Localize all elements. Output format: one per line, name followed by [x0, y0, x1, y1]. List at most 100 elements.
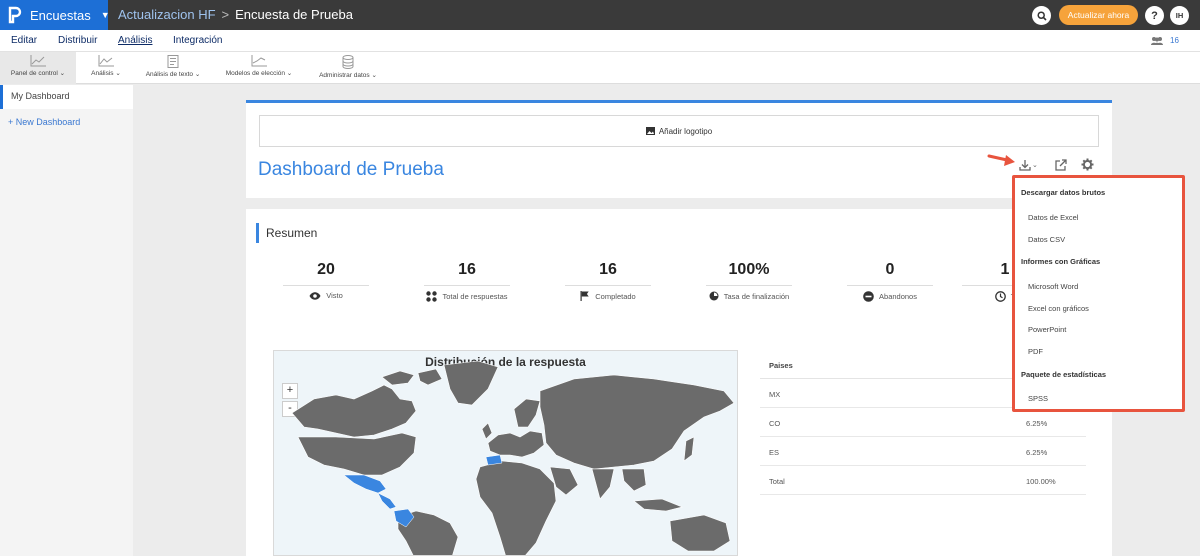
menu-section-reports: Informes con Gráficas — [1021, 257, 1101, 266]
country-code: ES — [769, 448, 780, 457]
top-bar: Encuestas ▼ Actualizacion HF > Encuesta de… — [0, 0, 1200, 30]
dashboard-title: Dashboard de Prueba — [258, 159, 444, 180]
menu-item-excel-data[interactable]: Datos de Excel — [1028, 213, 1078, 222]
summary-title: Resumen — [256, 223, 317, 243]
new-dashboard-link[interactable]: + New Dashboard — [8, 117, 80, 127]
menu-item-spss[interactable]: SPSS — [1028, 394, 1048, 403]
nav-integracion[interactable]: Integración — [173, 35, 222, 46]
line-chart-icon — [251, 55, 267, 67]
tool-analisis[interactable]: Análisis ⌄ — [84, 52, 128, 84]
table-row: ES 6.25% — [760, 437, 1086, 466]
tool-label: Administrar datos — [319, 72, 370, 79]
breadcrumb-parent[interactable]: Actualizacion HF — [118, 7, 216, 22]
zoom-in-button[interactable]: + — [282, 383, 298, 399]
team-members[interactable]: 16 — [1150, 36, 1179, 45]
map-title: Distribución de la respuesta — [425, 355, 586, 369]
divider — [565, 285, 651, 286]
grid-icon — [426, 291, 438, 302]
response-map[interactable]: Distribución de la respuesta + - — [273, 350, 738, 556]
stat-visto: 20 Visto — [263, 261, 389, 300]
stat-value: 100% — [728, 261, 770, 278]
text-analysis-icon — [167, 55, 179, 68]
tool-administrar-datos[interactable]: Administrar datos ⌄ — [312, 52, 384, 84]
tool-label: Análisis de texto — [145, 71, 194, 78]
chevron-down-icon: ▼ — [100, 10, 110, 20]
pointer-arrow-icon — [987, 153, 1017, 172]
menu-item-csv-data[interactable]: Datos CSV — [1028, 235, 1065, 244]
app-logo-icon — [8, 6, 22, 24]
country-code: MX — [769, 390, 781, 399]
stat-label: Completado — [595, 291, 636, 301]
nav-editar[interactable]: Editar — [11, 35, 37, 46]
breadcrumb: Actualizacion HF > Encuesta de Prueba — [118, 7, 353, 22]
upgrade-button[interactable]: Actualizar ahora — [1059, 5, 1138, 25]
menu-item-pdf[interactable]: PDF — [1028, 347, 1043, 356]
tool-label: Modelos de elección — [225, 70, 285, 77]
team-count: 16 — [1170, 36, 1179, 45]
settings-button[interactable] — [1081, 158, 1094, 176]
tool-panel-de-control[interactable]: Panel de control ⌄ — [0, 52, 76, 84]
menu-section-raw-data: Descargar datos brutos — [1021, 188, 1106, 197]
app-switcher[interactable]: Encuestas ▼ — [0, 0, 110, 30]
eye-icon — [309, 291, 321, 300]
download-menu: Descargar datos brutos Datos de Excel Da… — [1012, 175, 1185, 412]
dashboard-sidebar: My Dashboard + New Dashboard — [0, 85, 133, 556]
search-button[interactable] — [1032, 6, 1051, 25]
menu-item-powerpoint[interactable]: PowerPoint — [1028, 325, 1066, 334]
stat-label: Abandonos — [879, 292, 917, 301]
divider — [847, 285, 933, 286]
menu-section-stats: Paquete de estadísticas — [1021, 370, 1107, 379]
world-map-graphic — [291, 360, 735, 555]
stat-total-respuestas: 16 Total de respuestas — [404, 261, 530, 302]
country-value: 100.00% — [1026, 477, 1056, 486]
minus-circle-icon — [863, 291, 874, 302]
breadcrumb-separator: > — [221, 7, 230, 22]
menu-item-word[interactable]: Microsoft Word — [1028, 282, 1078, 291]
add-logo-label: Añadir logotipo — [658, 126, 713, 136]
add-logo-button[interactable]: Añadir logotipo — [259, 115, 1099, 147]
download-button[interactable]: ⌄ — [1019, 159, 1038, 171]
country-value: 6.25% — [1026, 419, 1048, 428]
stat-abandonos: 0 Abandonos — [827, 261, 953, 302]
country-code: CO — [769, 419, 781, 428]
stat-label: Total de respuestas — [442, 292, 508, 301]
country-code: Total — [769, 477, 785, 486]
stat-value: 0 — [885, 261, 895, 278]
dashboard-header-card: Añadir logotipo Dashboard de Prueba ⌄ — [246, 100, 1112, 198]
tool-label: Análisis — [91, 70, 114, 77]
nav-analisis[interactable]: Análisis — [118, 35, 152, 46]
nav-distribuir[interactable]: Distribuir — [58, 35, 97, 46]
divider — [283, 285, 369, 286]
table-row: CO 6.25% — [760, 408, 1086, 437]
share-icon — [1055, 159, 1067, 171]
line-chart-icon — [30, 55, 46, 67]
breadcrumb-current: Encuesta de Prueba — [235, 7, 353, 22]
flag-icon — [580, 291, 589, 301]
tool-modelos-de-eleccion[interactable]: Modelos de elección ⌄ — [220, 52, 298, 84]
gear-icon — [1081, 158, 1094, 171]
stat-value: 16 — [458, 261, 476, 278]
help-button[interactable]: ? — [1145, 6, 1164, 25]
database-icon — [342, 55, 354, 69]
divider — [424, 285, 510, 286]
stat-label: Tasa de finalización — [723, 291, 790, 301]
download-icon — [1019, 160, 1031, 171]
stat-label: Visto — [326, 291, 343, 300]
tool-analisis-de-texto[interactable]: Análisis de texto ⌄ — [138, 52, 208, 84]
line-chart-icon — [98, 55, 114, 67]
search-icon — [1036, 10, 1047, 21]
menu-item-excel-charts[interactable]: Excel con gráficos — [1028, 304, 1089, 313]
stat-completado: 16 Completado — [545, 261, 671, 301]
summary-card: Resumen 20 Visto 16 Total de respuestas … — [246, 209, 1112, 556]
share-button[interactable] — [1055, 158, 1067, 176]
user-avatar[interactable]: IH — [1170, 6, 1189, 25]
stat-tasa-finalizacion: 100% Tasa de finalización — [686, 261, 812, 301]
stat-value: 16 — [599, 261, 617, 278]
sidebar-item-my-dashboard[interactable]: My Dashboard — [0, 85, 133, 109]
image-icon — [645, 127, 655, 135]
country-value: 6.25% — [1026, 448, 1048, 457]
clock-icon — [994, 291, 1006, 302]
zoom-out-button[interactable]: - — [282, 401, 298, 417]
analysis-toolbar: Panel de control ⌄ Análisis ⌄ Análisis d… — [0, 52, 1200, 84]
app-name: Encuestas — [30, 7, 91, 23]
